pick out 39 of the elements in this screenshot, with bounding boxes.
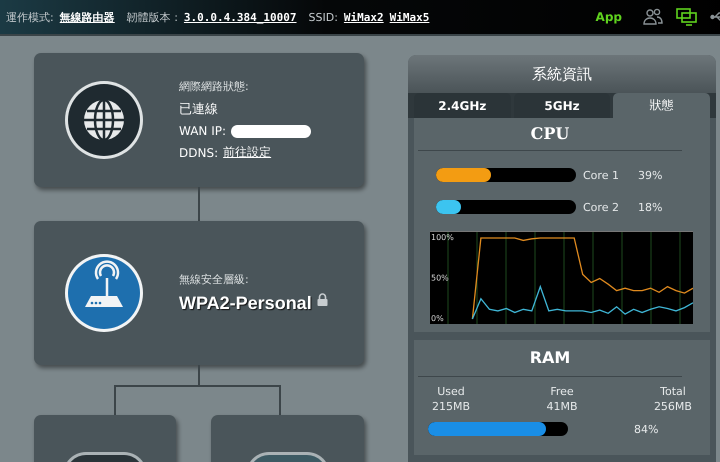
ddns-label: DDNS:	[179, 146, 218, 160]
ram-stat-value: 41MB	[546, 400, 578, 413]
router-icon[interactable]	[63, 252, 145, 334]
wan-ip-label: WAN IP:	[179, 124, 226, 138]
ssid-link[interactable]: WiMax2	[344, 10, 384, 24]
panel-tab[interactable]: 狀態	[613, 93, 710, 118]
wireless-security-value: WPA2-Personal	[179, 293, 312, 314]
ram-stat-value: 256MB	[654, 400, 692, 413]
panel-tab[interactable]: 5GHz	[514, 93, 610, 118]
internet-status-label: 網際網路狀態:	[179, 79, 250, 94]
firmware-label: 韌體版本 :	[126, 10, 178, 24]
ddns-link[interactable]: 前往設定	[223, 144, 272, 161]
core-percent: 39%	[638, 168, 662, 182]
ram-stat-label: Total	[660, 385, 686, 398]
core-percent: 18%	[638, 200, 662, 214]
monitors-icon[interactable]	[676, 8, 698, 26]
users-icon[interactable]	[642, 8, 664, 26]
mode-link[interactable]: 無線路由器	[60, 10, 115, 24]
axis-tick-label: 0%	[431, 314, 444, 324]
core-name: Core 1	[583, 168, 620, 182]
panel-tab[interactable]: 2.4GHz	[414, 93, 511, 118]
ssid-label: SSID:	[308, 10, 338, 24]
axis-tick-label: 100%	[431, 233, 454, 242]
ssid-link[interactable]: WiMax5	[390, 10, 430, 24]
cpu-title: CPU	[418, 118, 682, 151]
ram-stat-label: Free	[550, 385, 574, 398]
internet-status-value: 已連線	[179, 101, 219, 118]
ram-title: RAM	[418, 340, 682, 377]
lock-icon	[316, 293, 328, 306]
axis-tick-label: 50%	[431, 274, 449, 283]
app-link[interactable]: App	[596, 10, 622, 24]
wireless-security-label: 無線安全層級:	[179, 272, 250, 287]
ram-percent: 84%	[634, 422, 658, 436]
ram-stat-value: 215MB	[432, 400, 470, 413]
mode-label: 運作模式:	[6, 10, 54, 24]
ram-stat-label: Used	[437, 385, 465, 398]
globe-icon[interactable]	[63, 79, 145, 161]
firmware-link[interactable]: 3.0.0.4.384_10007	[184, 10, 297, 24]
core-name: Core 2	[583, 200, 620, 214]
